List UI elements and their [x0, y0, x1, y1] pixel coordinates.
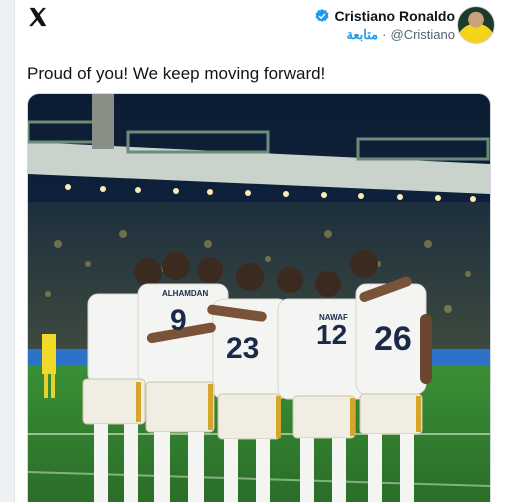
- avatar[interactable]: [457, 6, 495, 44]
- author-handle[interactable]: @Cristiano: [391, 27, 456, 43]
- tweet-photo[interactable]: 9 23 12 26 ALHAMDAN NAWAF: [27, 93, 491, 502]
- jersey-number: 23: [226, 332, 259, 365]
- team-huddle-image: 9 23 12 26 ALHAMDAN NAWAF: [28, 94, 490, 502]
- jersey-number: 26: [374, 320, 412, 358]
- jersey-name: ALHAMDAN: [162, 289, 208, 298]
- verified-badge-icon: [315, 9, 329, 22]
- x-logo-icon[interactable]: [27, 6, 49, 28]
- jersey-number: 9: [170, 304, 187, 337]
- author-name[interactable]: Cristiano Ronaldo: [334, 8, 455, 24]
- jersey-name: NAWAF: [319, 313, 348, 322]
- jersey-number: 12: [316, 319, 347, 350]
- follow-button[interactable]: متابعة: [346, 27, 378, 43]
- separator-dot: ·: [382, 27, 387, 42]
- tweet-card: Cristiano Ronaldo متابعة · @Cristiano Pr…: [14, 0, 505, 502]
- tweet-text: Proud of you! We keep moving forward!: [27, 64, 326, 83]
- author-block[interactable]: Cristiano Ronaldo متابعة · @Cristiano: [314, 8, 455, 43]
